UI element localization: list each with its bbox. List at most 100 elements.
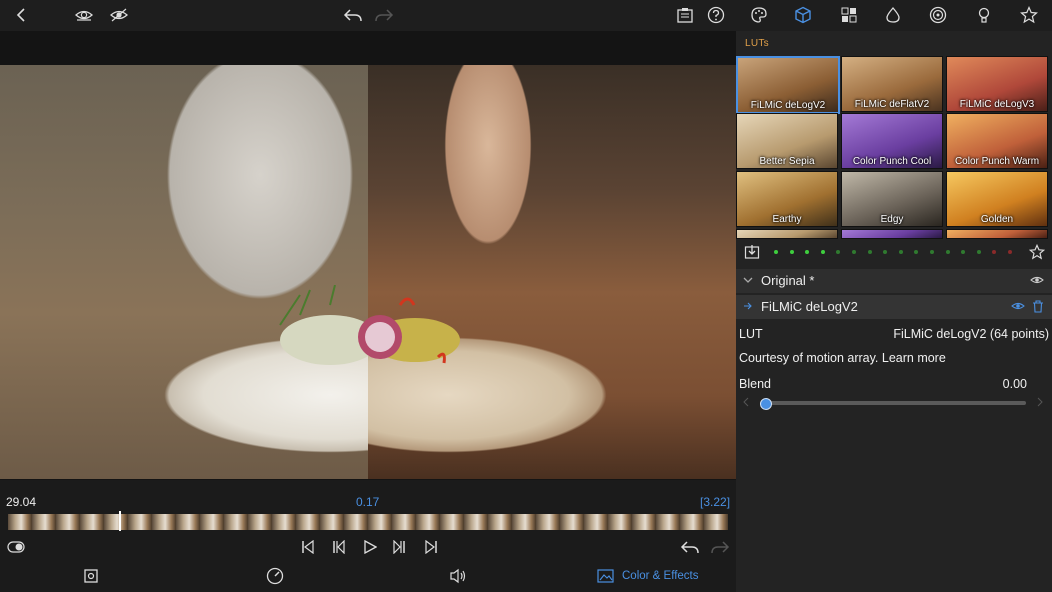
drop-icon[interactable] xyxy=(881,4,905,26)
lut-thumbnail[interactable]: FiLMiC deLogV3 xyxy=(946,56,1048,112)
grid-presets-icon[interactable] xyxy=(837,4,861,26)
import-lut-icon[interactable] xyxy=(743,243,761,261)
lut-thumbnail[interactable]: Color Punch Warm xyxy=(946,113,1048,169)
play-icon[interactable] xyxy=(360,537,380,557)
light-bulb-icon[interactable] xyxy=(972,4,996,26)
transport-controls xyxy=(0,535,736,559)
filmstrip-frame xyxy=(320,514,344,530)
lut-thumbnail-label: Earthy xyxy=(772,214,802,225)
timeline-labels: 29.04 0.17 [3.22] xyxy=(0,490,736,512)
current-time: 29.04 xyxy=(6,495,37,509)
color-effects-tab[interactable]: Color & Effects xyxy=(597,567,699,585)
filmstrip-frame xyxy=(656,514,680,530)
lut-thumbnail-partial[interactable] xyxy=(946,229,1048,239)
trash-icon[interactable] xyxy=(1032,300,1044,313)
filmstrip-frame xyxy=(128,514,152,530)
filmstrip-frame xyxy=(608,514,632,530)
undo-icon[interactable] xyxy=(341,4,365,26)
page-dot[interactable] xyxy=(898,250,903,254)
filmstrip-frame xyxy=(200,514,224,530)
toggle-switch-icon[interactable] xyxy=(6,539,26,555)
lut-thumbnail-partial[interactable] xyxy=(841,229,943,239)
blend-slider[interactable] xyxy=(760,398,1026,410)
help-icon[interactable] xyxy=(704,4,728,26)
preview-original-icon[interactable] xyxy=(72,4,96,26)
star-icon[interactable] xyxy=(1017,4,1041,26)
filmstrip-frame xyxy=(512,514,536,530)
lut-thumbnail-label: Color Punch Warm xyxy=(954,156,1040,167)
page-dot[interactable] xyxy=(992,250,997,254)
chevron-down-icon[interactable] xyxy=(743,275,753,285)
page-dot[interactable] xyxy=(820,250,825,254)
lut-value: FiLMiC deLogV2 (64 points) xyxy=(893,327,1049,341)
filmstrip-frame xyxy=(584,514,608,530)
page-dot[interactable] xyxy=(852,250,856,254)
skip-to-start-icon[interactable] xyxy=(298,537,318,557)
page-dot[interactable] xyxy=(930,250,934,254)
filmstrip-frame xyxy=(104,514,128,530)
lut-thumbnail-label: Golden xyxy=(980,214,1014,225)
lut-thumbnail-label: Color Punch Cool xyxy=(852,156,932,167)
filmstrip-frame xyxy=(344,514,368,530)
video-lut-half xyxy=(368,65,736,479)
filmstrip-frame xyxy=(416,514,440,530)
playhead-position: 0.17 xyxy=(356,495,380,509)
lut-thumbnail[interactable]: FiLMiC deFlatV2 xyxy=(841,56,943,112)
page-dot[interactable] xyxy=(961,250,966,254)
page-indicator[interactable] xyxy=(772,239,1022,265)
page-dot[interactable] xyxy=(914,250,919,254)
lut-thumbnail[interactable]: Edgy xyxy=(841,171,943,227)
timeline-filmstrip[interactable] xyxy=(8,514,728,530)
visibility-eye-icon[interactable] xyxy=(1030,275,1044,285)
page-dot[interactable] xyxy=(883,250,888,254)
palette-icon[interactable] xyxy=(747,4,771,26)
previous-frame-icon[interactable] xyxy=(328,537,348,557)
back-icon[interactable] xyxy=(9,4,33,26)
redo-icon[interactable] xyxy=(372,4,396,26)
page-dot[interactable] xyxy=(789,250,794,254)
lut-thumbnail-partial[interactable] xyxy=(736,229,838,239)
lut-key: LUT xyxy=(739,327,763,341)
volume-icon[interactable] xyxy=(448,566,468,586)
page-dot[interactable] xyxy=(774,250,778,254)
filmstrip-frame xyxy=(440,514,464,530)
playhead[interactable] xyxy=(119,511,121,531)
lut-thumbnail[interactable]: Better Sepia xyxy=(736,113,838,169)
clipboard-icon[interactable] xyxy=(673,4,697,26)
lut-thumbnail[interactable]: Earthy xyxy=(736,171,838,227)
layer-row-lut[interactable]: FiLMiC deLogV2 xyxy=(736,295,1052,319)
page-dot[interactable] xyxy=(1008,250,1012,254)
vignette-icon[interactable] xyxy=(926,4,950,26)
page-dot[interactable] xyxy=(836,250,841,254)
lut-layer-label: FiLMiC deLogV2 xyxy=(761,299,858,314)
credit-text[interactable]: Courtesy of motion array. Learn more xyxy=(739,351,946,365)
layer-row-original[interactable]: Original * xyxy=(736,269,1052,293)
video-frame[interactable] xyxy=(0,65,736,479)
lut-thumbnail[interactable]: Golden xyxy=(946,171,1048,227)
layer-visibility-eye-icon[interactable] xyxy=(1011,301,1025,311)
next-frame-icon[interactable] xyxy=(390,537,410,557)
favorite-star-icon[interactable] xyxy=(1028,243,1046,261)
page-dot[interactable] xyxy=(945,250,950,254)
blend-slider-track xyxy=(760,401,1026,405)
clip-duration: [3.22] xyxy=(700,495,731,509)
filmstrip-frame xyxy=(80,514,104,530)
filmstrip-frame xyxy=(704,514,728,530)
lut-thumbnail[interactable]: Color Punch Cool xyxy=(841,113,943,169)
slider-right-arrow-icon[interactable] xyxy=(1037,397,1043,407)
page-dot[interactable] xyxy=(976,250,981,254)
lut-thumbnail-label: Edgy xyxy=(880,214,904,225)
split-view-icon[interactable] xyxy=(107,4,131,26)
skip-to-end-icon[interactable] xyxy=(421,537,441,557)
lut-thumbnail[interactable]: FiLMiC deLogV2 xyxy=(736,56,840,114)
page-dot[interactable] xyxy=(867,250,872,254)
speed-gauge-icon[interactable] xyxy=(265,566,285,586)
timeline-undo-icon[interactable] xyxy=(679,537,701,557)
lut-cube-icon[interactable] xyxy=(791,4,815,26)
slider-left-arrow-icon[interactable] xyxy=(743,397,749,407)
filmstrip-frame xyxy=(248,514,272,530)
page-dot[interactable] xyxy=(805,250,810,254)
blend-slider-knob[interactable] xyxy=(760,398,772,410)
crop-frame-icon[interactable] xyxy=(81,566,101,586)
timeline-redo-icon[interactable] xyxy=(709,537,731,557)
